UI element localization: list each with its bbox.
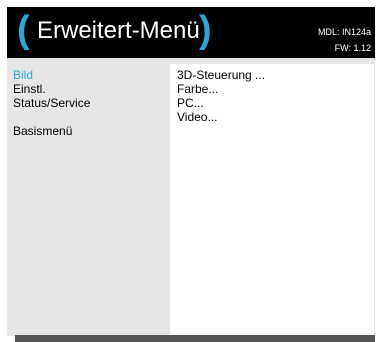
firmware-version: FW: 1.12 xyxy=(334,43,371,53)
title-left-parenthesis: ( xyxy=(17,9,30,51)
sidebar-item-bild[interactable]: Bild xyxy=(13,68,163,82)
sidebar-item-status-service[interactable]: Status/Service xyxy=(13,96,163,110)
osd-menu-window: ( Erweitert-Menü ) MDL: IN124a FW: 1.12 … xyxy=(7,7,375,336)
model-number: MDL: IN124a xyxy=(317,27,371,37)
menu-title: Erweitert-Menü xyxy=(37,17,200,44)
submenu-item-pc[interactable]: PC... xyxy=(177,96,265,110)
title-right-parenthesis: ) xyxy=(199,9,212,51)
submenu-item-video[interactable]: Video... xyxy=(177,110,265,124)
sidebar-item-einstl[interactable]: Einstl. xyxy=(13,82,163,96)
submenu-item-3d-steuerung[interactable]: 3D-Steuerung ... xyxy=(177,68,265,82)
sidebar-menu: Bild Einstl. Status/Service Basismenü xyxy=(13,68,163,138)
bottom-shadow-bar xyxy=(15,335,375,342)
sidebar-item-basismenu[interactable]: Basismenü xyxy=(13,124,163,138)
menu-header: ( Erweitert-Menü ) MDL: IN124a FW: 1.12 xyxy=(7,7,375,58)
submenu-panel: 3D-Steuerung ... Farbe... PC... Video... xyxy=(170,64,374,335)
submenu-item-farbe[interactable]: Farbe... xyxy=(177,82,265,96)
submenu-list: 3D-Steuerung ... Farbe... PC... Video... xyxy=(177,68,265,124)
